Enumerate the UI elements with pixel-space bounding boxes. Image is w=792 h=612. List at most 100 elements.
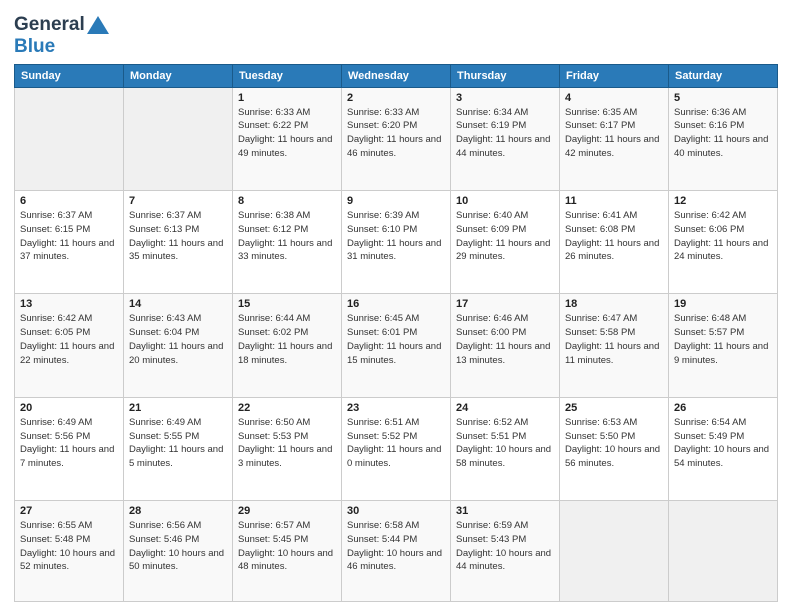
calendar-cell: 11 Sunrise: 6:41 AM Sunset: 6:08 PM Dayli… <box>560 191 669 294</box>
day-number: 26 <box>674 402 772 414</box>
day-number: 12 <box>674 195 772 207</box>
calendar-cell: 2Sunrise: 6:33 AM Sunset: 6:20 PM Daylig… <box>342 87 451 190</box>
day-info: Sunrise: 6:45 AM Sunset: 6:01 PM Dayligh… <box>347 312 445 367</box>
calendar-cell <box>124 87 233 190</box>
calendar-cell: 22 Sunrise: 6:50 AM Sunset: 5:53 PM Dayli… <box>233 397 342 500</box>
calendar-cell <box>15 87 124 190</box>
day-info: Sunrise: 6:53 AM Sunset: 5:50 PM Dayligh… <box>565 416 663 471</box>
calendar-cell <box>669 501 778 602</box>
day-number: 10 <box>456 195 554 207</box>
day-info: Sunrise: 6:55 AM Sunset: 5:48 PM Dayligh… <box>20 519 118 574</box>
day-number: 19 <box>674 298 772 310</box>
calendar-cell: 18Sunrise: 6:47 AM Sunset: 5:58 PM Dayli… <box>560 294 669 397</box>
logo-line2: Blue <box>14 36 109 58</box>
day-info: Sunrise: 6:52 AM Sunset: 5:51 PM Dayligh… <box>456 416 554 471</box>
calendar-table: SundayMondayTuesdayWednesdayThursdayFrid… <box>14 64 778 602</box>
day-info: Sunrise: 6:51 AM Sunset: 5:52 PM Dayligh… <box>347 416 445 471</box>
calendar-cell: 30 Sunrise: 6:58 AM Sunset: 5:44 PM Dayli… <box>342 501 451 602</box>
day-info: Sunrise: 6:41 AM Sunset: 6:08 PM Dayligh… <box>565 209 663 264</box>
day-info: Sunrise: 6:37 AM Sunset: 6:13 PM Dayligh… <box>129 209 227 264</box>
day-info: Sunrise: 6:48 AM Sunset: 5:57 PM Dayligh… <box>674 312 772 367</box>
calendar-cell: 5Sunrise: 6:36 AM Sunset: 6:16 PM Daylig… <box>669 87 778 190</box>
day-number: 21 <box>129 402 227 414</box>
day-info: Sunrise: 6:44 AM Sunset: 6:02 PM Dayligh… <box>238 312 336 367</box>
day-info: Sunrise: 6:35 AM Sunset: 6:17 PM Dayligh… <box>565 106 663 161</box>
day-number: 11 <box>565 195 663 207</box>
calendar-cell: 8 Sunrise: 6:38 AM Sunset: 6:12 PM Daylig… <box>233 191 342 294</box>
day-number: 20 <box>20 402 118 414</box>
calendar-cell: 3 Sunrise: 6:34 AM Sunset: 6:19 PM Daylig… <box>451 87 560 190</box>
calendar-cell: 1 Sunrise: 6:33 AM Sunset: 6:22 PM Daylig… <box>233 87 342 190</box>
day-number: 23 <box>347 402 445 414</box>
day-number: 1 <box>238 92 336 104</box>
weekday-header-tuesday: Tuesday <box>233 64 342 87</box>
day-number: 15 <box>238 298 336 310</box>
header: General Blue <box>14 10 778 58</box>
calendar-cell: 24 Sunrise: 6:52 AM Sunset: 5:51 PM Dayli… <box>451 397 560 500</box>
calendar-cell: 6 Sunrise: 6:37 AM Sunset: 6:15 PM Daylig… <box>15 191 124 294</box>
calendar-cell: 27 Sunrise: 6:55 AM Sunset: 5:48 PM Dayli… <box>15 501 124 602</box>
day-info: Sunrise: 6:37 AM Sunset: 6:15 PM Dayligh… <box>20 209 118 264</box>
calendar-cell: 26 Sunrise: 6:54 AM Sunset: 5:49 PM Dayli… <box>669 397 778 500</box>
day-number: 4 <box>565 92 663 104</box>
day-info: Sunrise: 6:42 AM Sunset: 6:05 PM Dayligh… <box>20 312 118 367</box>
calendar-cell: 14Sunrise: 6:43 AM Sunset: 6:04 PM Dayli… <box>124 294 233 397</box>
day-number: 8 <box>238 195 336 207</box>
day-number: 18 <box>565 298 663 310</box>
calendar-cell: 21 Sunrise: 6:49 AM Sunset: 5:55 PM Dayli… <box>124 397 233 500</box>
calendar-cell: 13 Sunrise: 6:42 AM Sunset: 6:05 PM Dayli… <box>15 294 124 397</box>
calendar-cell <box>560 501 669 602</box>
weekday-header-sunday: Sunday <box>15 64 124 87</box>
calendar-cell: 31 Sunrise: 6:59 AM Sunset: 5:43 PM Dayli… <box>451 501 560 602</box>
calendar-cell: 23 Sunrise: 6:51 AM Sunset: 5:52 PM Dayli… <box>342 397 451 500</box>
day-info: Sunrise: 6:39 AM Sunset: 6:10 PM Dayligh… <box>347 209 445 264</box>
calendar-cell: 19 Sunrise: 6:48 AM Sunset: 5:57 PM Dayli… <box>669 294 778 397</box>
calendar-cell: 12Sunrise: 6:42 AM Sunset: 6:06 PM Dayli… <box>669 191 778 294</box>
calendar-cell: 9Sunrise: 6:39 AM Sunset: 6:10 PM Daylig… <box>342 191 451 294</box>
day-info: Sunrise: 6:46 AM Sunset: 6:00 PM Dayligh… <box>456 312 554 367</box>
day-number: 3 <box>456 92 554 104</box>
day-number: 29 <box>238 505 336 517</box>
calendar-cell: 4 Sunrise: 6:35 AM Sunset: 6:17 PM Daylig… <box>560 87 669 190</box>
day-number: 31 <box>456 505 554 517</box>
calendar-cell: 10 Sunrise: 6:40 AM Sunset: 6:09 PM Dayli… <box>451 191 560 294</box>
calendar-cell: 15 Sunrise: 6:44 AM Sunset: 6:02 PM Dayli… <box>233 294 342 397</box>
calendar-cell: 17 Sunrise: 6:46 AM Sunset: 6:00 PM Dayli… <box>451 294 560 397</box>
day-info: Sunrise: 6:33 AM Sunset: 6:22 PM Dayligh… <box>238 106 336 161</box>
calendar-cell: 7 Sunrise: 6:37 AM Sunset: 6:13 PM Daylig… <box>124 191 233 294</box>
day-number: 25 <box>565 402 663 414</box>
day-number: 28 <box>129 505 227 517</box>
day-info: Sunrise: 6:50 AM Sunset: 5:53 PM Dayligh… <box>238 416 336 471</box>
day-number: 13 <box>20 298 118 310</box>
day-info: Sunrise: 6:43 AM Sunset: 6:04 PM Dayligh… <box>129 312 227 367</box>
day-number: 22 <box>238 402 336 414</box>
day-info: Sunrise: 6:57 AM Sunset: 5:45 PM Dayligh… <box>238 519 336 574</box>
weekday-header-saturday: Saturday <box>669 64 778 87</box>
day-number: 2 <box>347 92 445 104</box>
logo-line1: General <box>14 14 109 36</box>
day-number: 7 <box>129 195 227 207</box>
logo: General Blue <box>14 14 109 58</box>
day-info: Sunrise: 6:34 AM Sunset: 6:19 PM Dayligh… <box>456 106 554 161</box>
day-info: Sunrise: 6:59 AM Sunset: 5:43 PM Dayligh… <box>456 519 554 574</box>
day-number: 27 <box>20 505 118 517</box>
calendar-cell: 29 Sunrise: 6:57 AM Sunset: 5:45 PM Dayli… <box>233 501 342 602</box>
day-number: 6 <box>20 195 118 207</box>
day-number: 16 <box>347 298 445 310</box>
weekday-header-row: SundayMondayTuesdayWednesdayThursdayFrid… <box>15 64 778 87</box>
day-number: 17 <box>456 298 554 310</box>
day-info: Sunrise: 6:49 AM Sunset: 5:55 PM Dayligh… <box>129 416 227 471</box>
day-info: Sunrise: 6:36 AM Sunset: 6:16 PM Dayligh… <box>674 106 772 161</box>
day-info: Sunrise: 6:40 AM Sunset: 6:09 PM Dayligh… <box>456 209 554 264</box>
day-number: 24 <box>456 402 554 414</box>
page: General Blue SundayMondayTuesdayWednesda… <box>0 0 792 612</box>
day-info: Sunrise: 6:54 AM Sunset: 5:49 PM Dayligh… <box>674 416 772 471</box>
day-number: 30 <box>347 505 445 517</box>
weekday-header-thursday: Thursday <box>451 64 560 87</box>
calendar-cell: 25 Sunrise: 6:53 AM Sunset: 5:50 PM Dayli… <box>560 397 669 500</box>
day-info: Sunrise: 6:38 AM Sunset: 6:12 PM Dayligh… <box>238 209 336 264</box>
day-info: Sunrise: 6:58 AM Sunset: 5:44 PM Dayligh… <box>347 519 445 574</box>
weekday-header-monday: Monday <box>124 64 233 87</box>
calendar-cell: 28Sunrise: 6:56 AM Sunset: 5:46 PM Dayli… <box>124 501 233 602</box>
weekday-header-wednesday: Wednesday <box>342 64 451 87</box>
